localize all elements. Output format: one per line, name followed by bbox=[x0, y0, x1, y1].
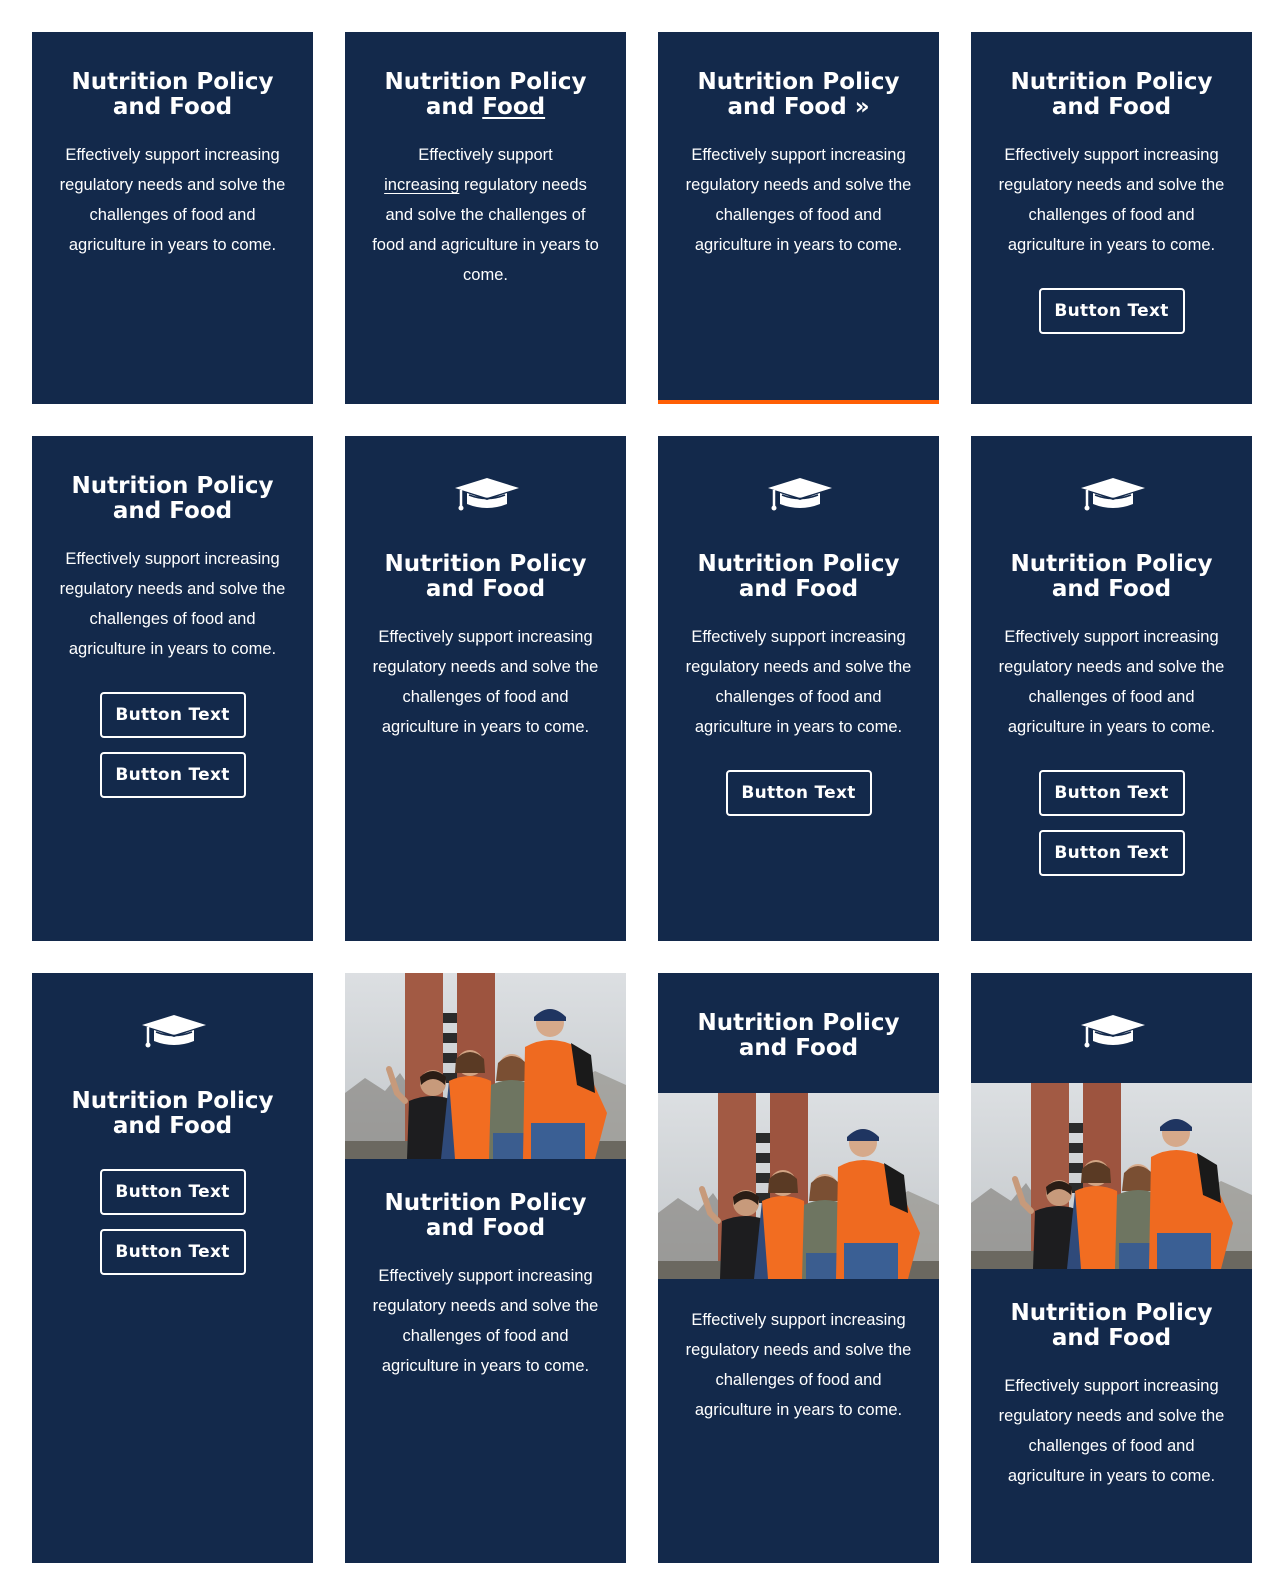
graduation-cap-icon bbox=[764, 472, 834, 514]
card-description: Effectively support increasing regulator… bbox=[998, 146, 1225, 254]
card-button-secondary[interactable]: Button Text bbox=[99, 752, 246, 798]
card-description: Effectively support increasing regulator… bbox=[685, 1311, 912, 1419]
card-description: Effectively support increasing regulator… bbox=[998, 1377, 1225, 1485]
card-title: Nutrition Policy and Food bbox=[697, 1010, 900, 1061]
card-button[interactable]: Button Text bbox=[1038, 288, 1185, 334]
card-title: Nutrition Policy and Food bbox=[71, 473, 274, 524]
card-6: Nutrition Policy and Food Effectively sup… bbox=[345, 436, 626, 941]
graduation-cap-icon bbox=[138, 1009, 208, 1051]
card-button-primary[interactable]: Button Text bbox=[1038, 770, 1185, 816]
card-7: Nutrition Policy and Food Effectively sup… bbox=[658, 436, 939, 941]
card-title: Nutrition Policy and Food bbox=[697, 551, 900, 602]
card-description: Effectively support increasing regulator… bbox=[372, 628, 599, 736]
card-5: Nutrition Policy and Food Effectively sup… bbox=[32, 436, 313, 941]
card-8: Nutrition Policy and Food Effectively sup… bbox=[971, 436, 1252, 941]
card-12: Nutrition Policy and Food Effectively sup… bbox=[971, 973, 1252, 1563]
card-title: Nutrition Policy and Food bbox=[1010, 551, 1213, 602]
card-description: Effectively support increasing regulator… bbox=[685, 146, 912, 254]
card-title: Nutrition Policy and Food bbox=[71, 69, 274, 120]
graduation-cap-icon bbox=[451, 472, 521, 514]
card-description: Effectively support increasing regulator… bbox=[685, 628, 912, 736]
card-title: Nutrition Policy and Food bbox=[71, 1088, 274, 1139]
card-title: Nutrition Policy and Food bbox=[384, 551, 587, 602]
students-photo bbox=[971, 1083, 1252, 1269]
card-button-primary[interactable]: Button Text bbox=[99, 692, 246, 738]
chevron-right-icon: » bbox=[854, 94, 870, 120]
card-title: Nutrition Policy and Food » bbox=[697, 69, 900, 120]
card-11: Nutrition Policy and Food Effectively sup… bbox=[658, 973, 939, 1563]
card-title-link[interactable]: Food bbox=[482, 94, 545, 120]
card-2-hover[interactable]: Nutrition Policy and Food Effectively sup… bbox=[345, 32, 626, 404]
card-description: Effectively support increasing regulator… bbox=[59, 550, 286, 658]
card-button-primary[interactable]: Button Text bbox=[99, 1169, 246, 1215]
card-10: Nutrition Policy and Food Effectively sup… bbox=[345, 973, 626, 1563]
card-button-secondary[interactable]: Button Text bbox=[1038, 830, 1185, 876]
card-desc-link[interactable]: increasing bbox=[384, 176, 459, 194]
students-photo bbox=[345, 973, 626, 1159]
card-title: Nutrition Policy and Food bbox=[384, 69, 587, 120]
card-title: Nutrition Policy and Food bbox=[384, 1190, 587, 1241]
card-description: Effectively support increasing regulator… bbox=[59, 146, 286, 254]
card-title: Nutrition Policy and Food bbox=[1010, 1300, 1213, 1351]
card-button[interactable]: Button Text bbox=[725, 770, 872, 816]
card-9: Nutrition Policy and Food Button Text But… bbox=[32, 973, 313, 1563]
graduation-cap-icon bbox=[1077, 1009, 1147, 1051]
students-photo bbox=[658, 1093, 939, 1279]
card-button-secondary[interactable]: Button Text bbox=[99, 1229, 246, 1275]
graduation-cap-icon bbox=[1077, 472, 1147, 514]
card-3-accent[interactable]: Nutrition Policy and Food » Effectively s… bbox=[658, 32, 939, 404]
card-description: Effectively support increasing regulator… bbox=[372, 1267, 599, 1375]
card-1: Nutrition Policy and Food Effectively sup… bbox=[32, 32, 313, 404]
card-description: Effectively support increasing regulator… bbox=[998, 628, 1225, 736]
card-4: Nutrition Policy and Food Effectively sup… bbox=[971, 32, 1252, 404]
card-title: Nutrition Policy and Food bbox=[1010, 69, 1213, 120]
card-description: Effectively support increasing regulator… bbox=[372, 146, 599, 284]
